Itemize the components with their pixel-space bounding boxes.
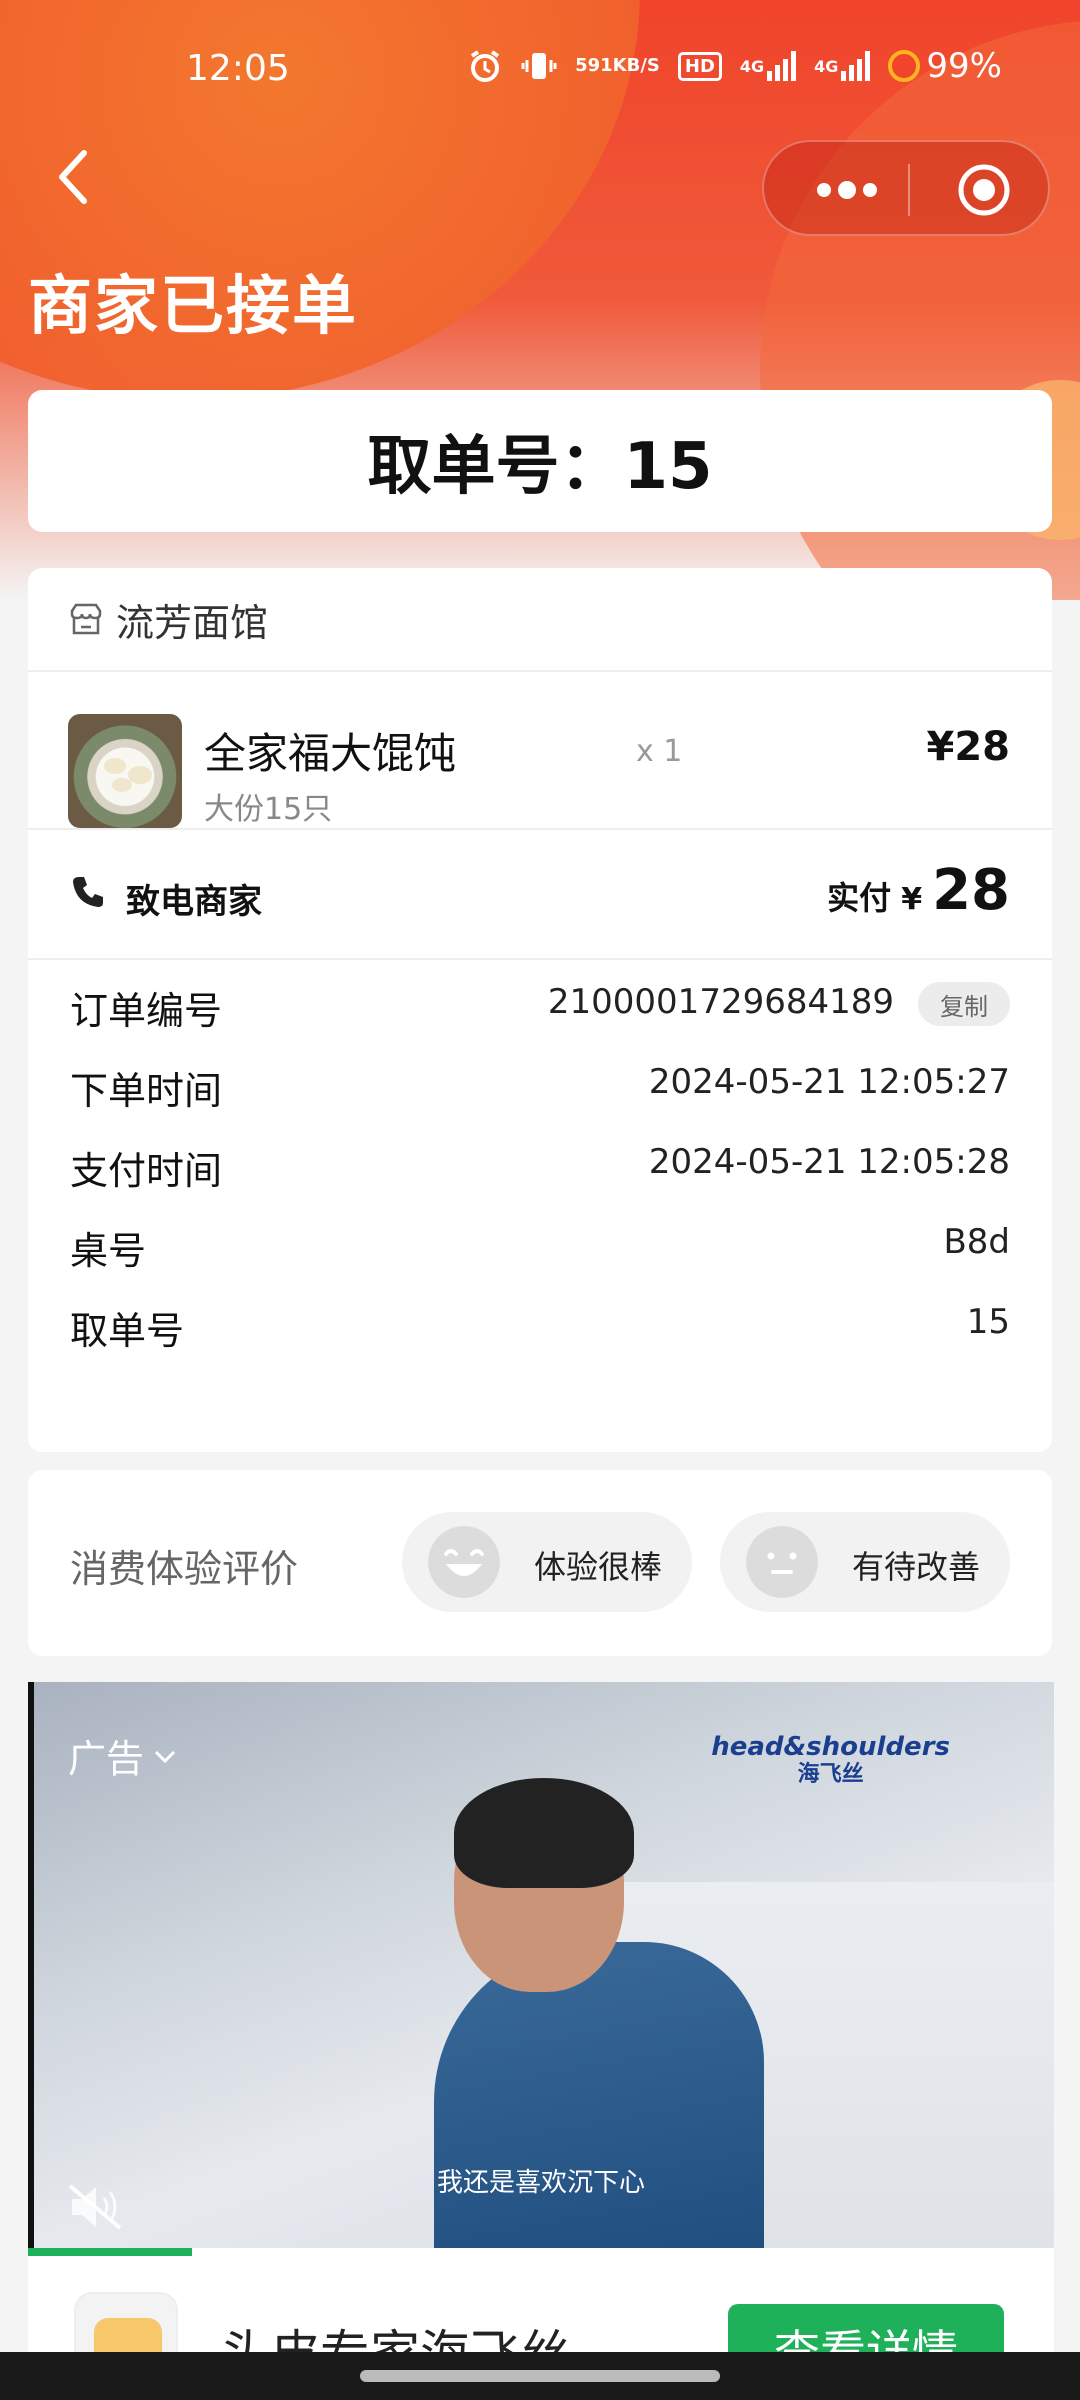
mute-button[interactable] <box>66 2182 126 2232</box>
happy-face-icon <box>428 1526 500 1598</box>
miniprogram-capsule <box>762 140 1050 236</box>
ad-video[interactable]: 广告 head&shoulders 海飞丝 我还是喜欢沉下心 <box>28 1682 1054 2252</box>
ad-label-dropdown[interactable]: 广告 <box>68 1728 178 1783</box>
more-dots-icon <box>817 181 877 199</box>
chevron-left-icon <box>59 150 87 204</box>
item-price: ¥28 <box>926 724 1011 770</box>
rate-improve-button[interactable]: 有待改善 <box>720 1512 1010 1612</box>
vibrate-icon <box>521 48 557 84</box>
info-row-pickup: 取单号 15 <box>28 1280 1052 1360</box>
close-miniprogram-button[interactable] <box>956 162 1012 218</box>
target-icon <box>958 164 1010 216</box>
network-speed: 591 KB/S <box>575 55 660 76</box>
phone-icon <box>73 877 103 907</box>
info-key: 桌号 <box>70 1229 147 1273</box>
alarm-icon <box>467 48 503 84</box>
shop-row[interactable]: 流芳面馆 <box>28 568 1052 672</box>
page-title: 商家已接单 <box>28 270 358 344</box>
info-value: 2024-05-21 12:05:27 <box>648 1062 1010 1102</box>
paid-label: 实付 <box>827 879 892 917</box>
video-progress-fill <box>28 2248 193 2256</box>
home-gesture-handle[interactable] <box>360 2370 720 2382</box>
info-key: 支付时间 <box>70 1149 223 1193</box>
info-key: 下单时间 <box>70 1069 223 1113</box>
copy-button[interactable]: 复制 <box>918 982 1010 1026</box>
store-icon <box>70 603 102 635</box>
shop-name: 流芳面馆 <box>116 600 269 645</box>
info-value: B8d <box>943 1222 1010 1262</box>
signal-4g-icon: 4G <box>740 51 797 81</box>
neutral-face-icon <box>746 1526 818 1598</box>
order-item: 全家福大馄饨 大份15只 x 1 ¥28 <box>28 672 1052 830</box>
rating-card: 消费体验评价 体验很棒 有待改善 <box>28 1470 1052 1656</box>
brand-logo: head&shoulders 海飞丝 <box>711 1732 950 1787</box>
more-options-button[interactable] <box>804 172 890 208</box>
video-progress-bar <box>28 2248 1054 2256</box>
hd-voice-icon: HD <box>677 51 722 81</box>
system-nav-bar <box>0 2352 1080 2400</box>
rate-good-label: 体验很棒 <box>534 1548 663 1586</box>
pickup-number-card: 取单号：15 <box>28 390 1052 532</box>
item-quantity: x 1 <box>636 734 683 769</box>
item-name: 全家福大馄饨 <box>204 729 457 778</box>
status-bar: 12:05 591 KB/S HD 4G 4G 99% <box>0 0 1080 140</box>
info-key: 取单号 <box>70 1309 185 1353</box>
item-thumbnail <box>68 714 182 828</box>
rate-improve-label: 有待改善 <box>852 1548 981 1586</box>
info-value: 2024-05-21 12:05:28 <box>648 1142 1010 1182</box>
signal-4g-icon-2: 4G <box>814 51 871 81</box>
thumb-decoration <box>104 758 126 774</box>
call-merchant-button[interactable]: 致电商家 <box>126 874 262 923</box>
back-button[interactable] <box>48 145 98 209</box>
thumb-decoration <box>128 766 152 784</box>
info-row-order-time: 下单时间 2024-05-21 12:05:27 <box>28 1040 1052 1120</box>
capsule-divider <box>908 164 910 216</box>
paid-currency: ¥ <box>901 882 923 917</box>
payment-row: 致电商家 实付 ¥ 28 <box>28 830 1052 960</box>
paid-value: 28 <box>932 858 1010 923</box>
status-time: 12:05 <box>186 48 290 89</box>
paid-amount: 实付 ¥ 28 <box>827 858 1010 923</box>
battery-icon <box>888 50 921 82</box>
pickup-number: 取单号：15 <box>367 430 713 504</box>
ad-person <box>434 1942 764 2252</box>
status-icons: 591 KB/S HD 4G 4G 99% <box>467 46 1002 86</box>
thumb-decoration <box>112 778 132 792</box>
muted-speaker-icon <box>68 2184 122 2230</box>
battery-indicator: 99% <box>888 46 1002 86</box>
info-row-pay-time: 支付时间 2024-05-21 12:05:28 <box>28 1120 1052 1200</box>
ad-person-hair <box>454 1778 634 1888</box>
rating-label: 消费体验评价 <box>70 1547 299 1591</box>
rate-good-button[interactable]: 体验很棒 <box>402 1512 692 1612</box>
info-row-order-id: 订单编号 2100001729684189 复制 <box>28 960 1052 1040</box>
info-row-table: 桌号 B8d <box>28 1200 1052 1280</box>
order-info-list: 订单编号 2100001729684189 复制 下单时间 2024-05-21… <box>28 960 1052 1360</box>
chevron-down-icon <box>154 1750 176 1763</box>
item-spec: 大份15只 <box>204 792 333 827</box>
video-subtitle: 我还是喜欢沉下心 <box>436 2168 645 2198</box>
info-key: 订单编号 <box>70 989 223 1033</box>
info-value: 15 <box>966 1302 1010 1342</box>
info-value: 2100001729684189 <box>547 982 894 1022</box>
order-card: 流芳面馆 全家福大馄饨 大份15只 x 1 ¥28 致电商家 实付 ¥ 28 订… <box>28 568 1052 1452</box>
